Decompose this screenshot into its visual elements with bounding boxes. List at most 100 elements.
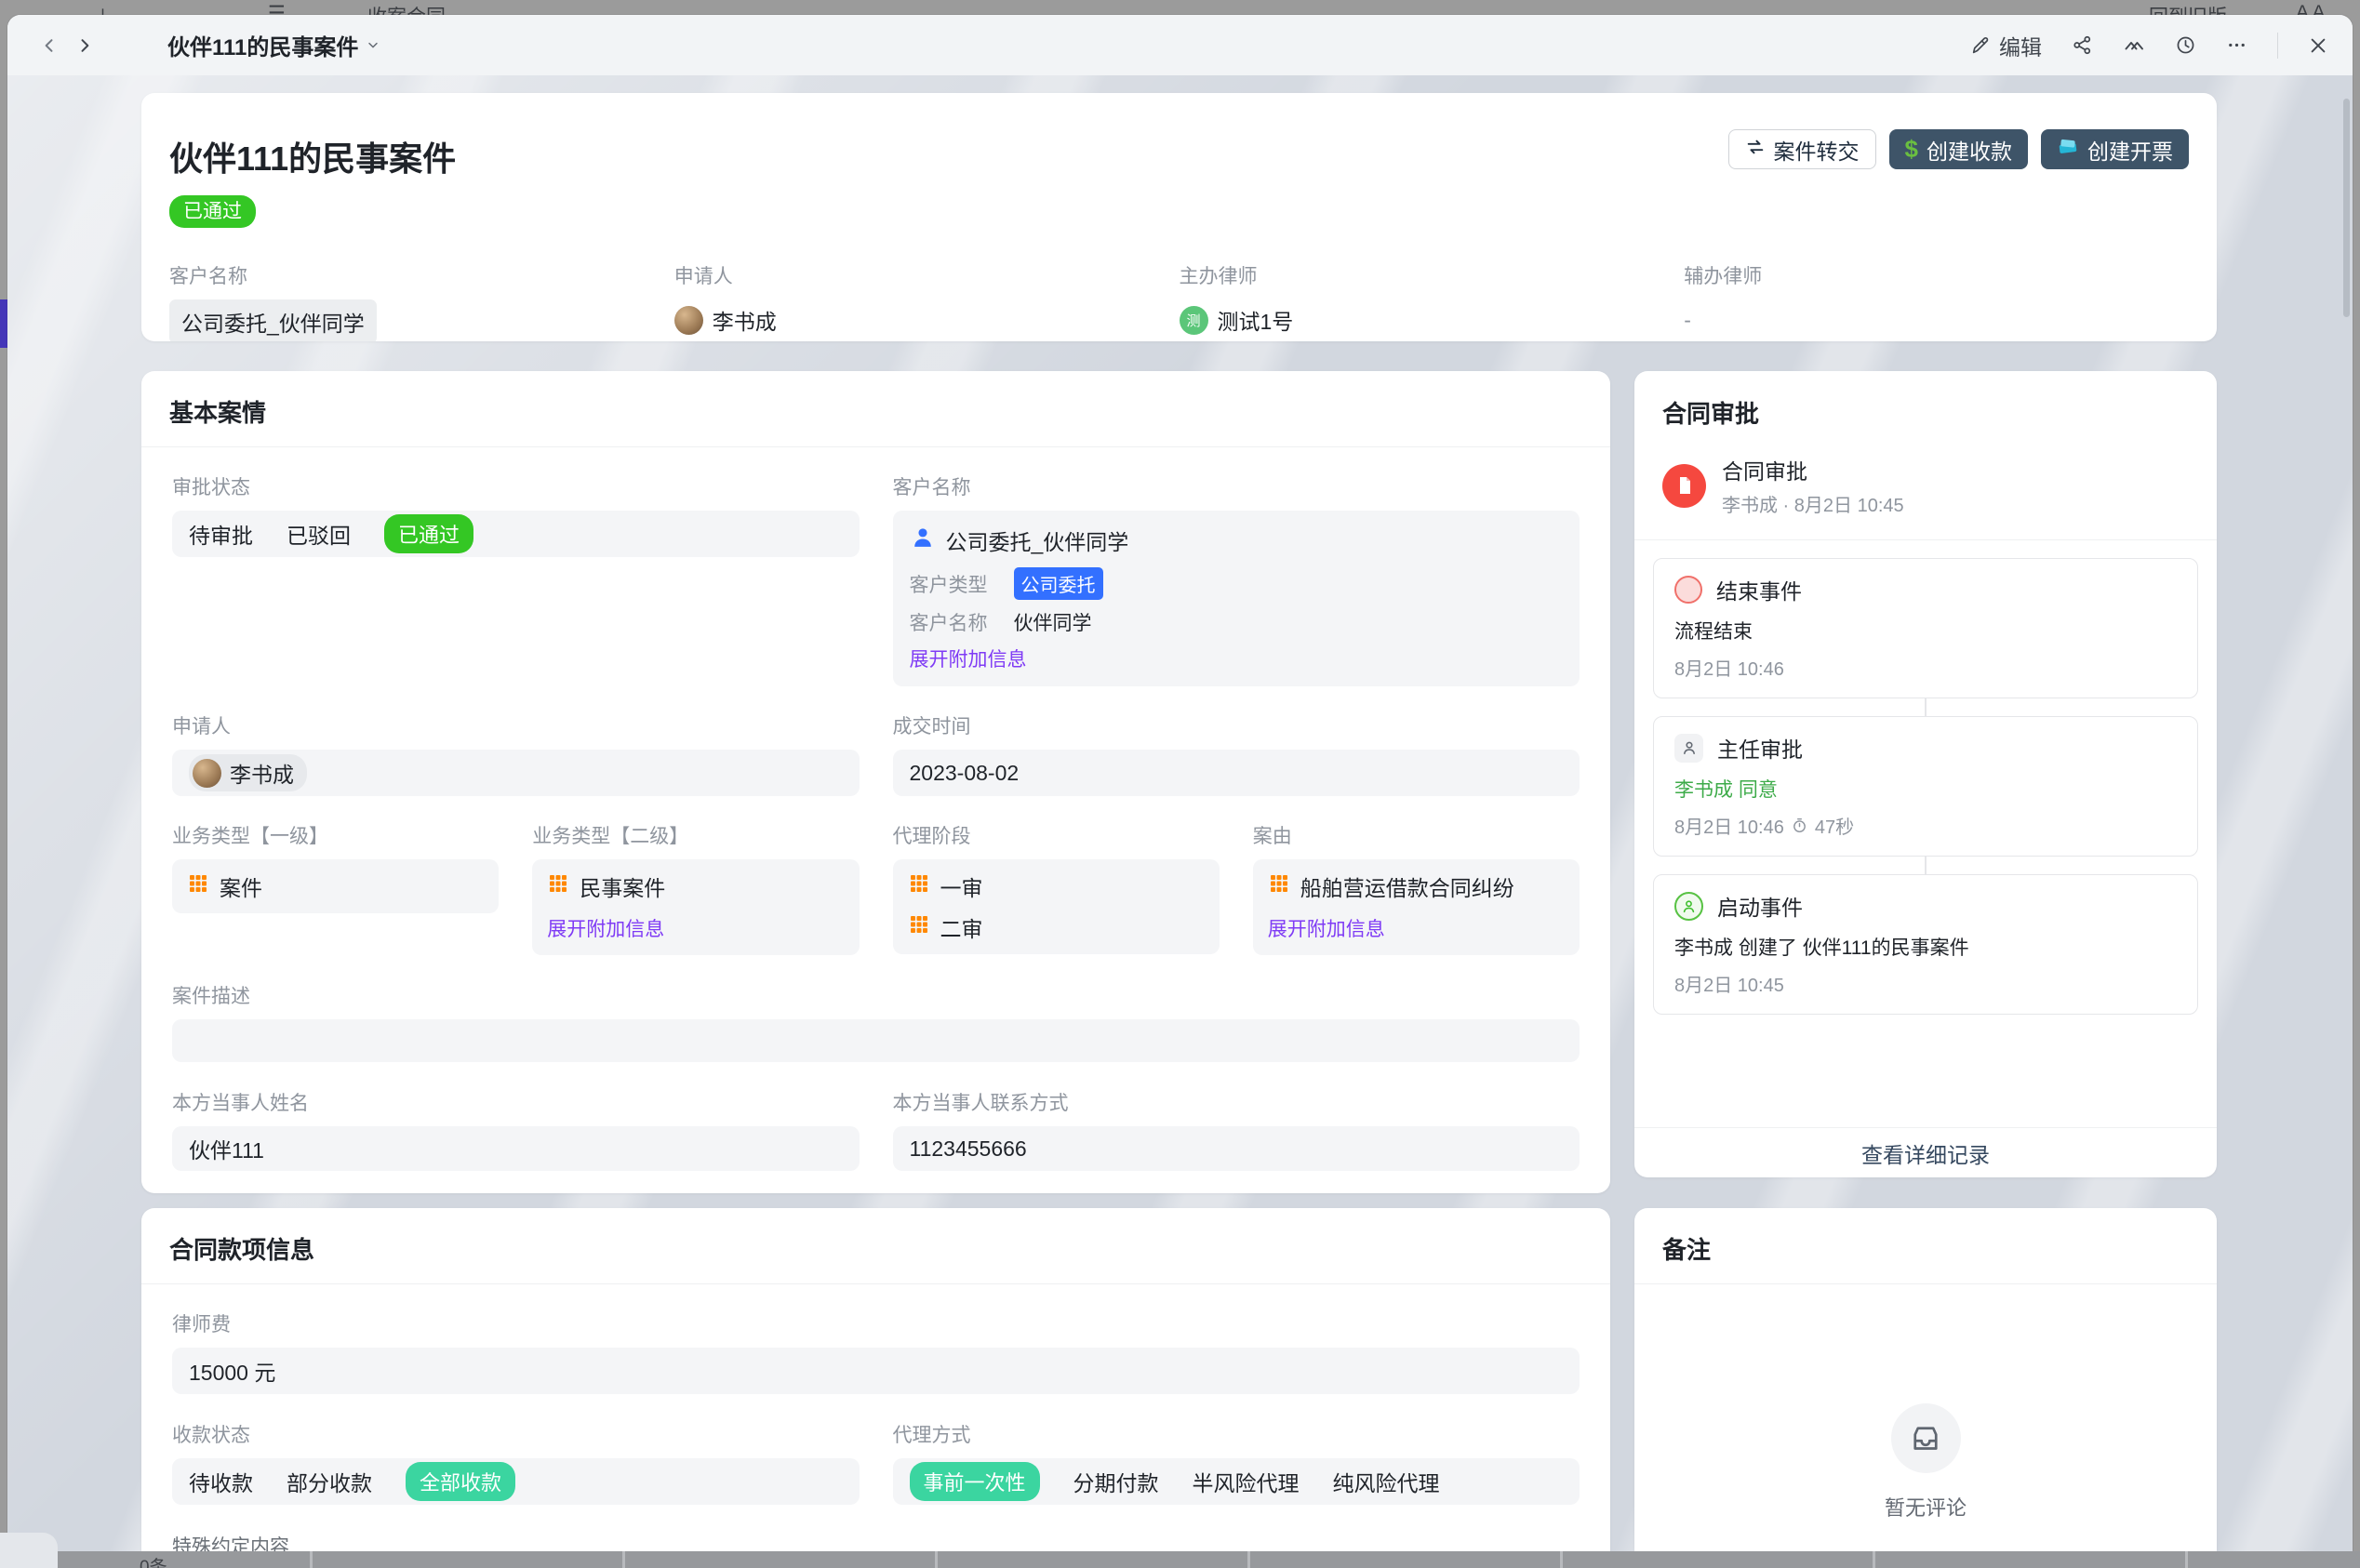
applicant-value: 李书成 — [713, 304, 777, 336]
option-awaiting-payment[interactable]: 待收款 — [189, 1466, 253, 1497]
inbox-icon — [1891, 1403, 1961, 1473]
customer-record-field[interactable]: 公司委托_伙伴同学 客户类型 公司委托 客户名称 伙伴同学 展开附加信息 — [893, 511, 1580, 686]
background-selection-indicator — [0, 299, 7, 348]
create-receipt-button[interactable]: $ 创建收款 — [1889, 129, 2028, 169]
applicant-person-chip[interactable]: 李书成 — [189, 754, 307, 791]
assist-lawyer-value: - — [1684, 299, 2189, 340]
biz-type-1-field[interactable]: 案件 — [172, 859, 499, 913]
option-semi-risk[interactable]: 半风险代理 — [1193, 1466, 1300, 1497]
biz-type-2-field[interactable]: 民事案件 展开附加信息 — [532, 859, 859, 955]
approval-status-field[interactable]: 待审批 已驳回 已通过 — [172, 511, 860, 557]
agency-mode-field[interactable]: 事前一次性 分期付款 半风险代理 纯风险代理 — [893, 1458, 1580, 1505]
no-comments-text: 暂无评论 — [1885, 1492, 1967, 1521]
option-grid-icon — [908, 872, 930, 900]
cause-label: 案由 — [1253, 821, 1580, 849]
expand-extra-info-link[interactable]: 展开附加信息 — [547, 914, 664, 942]
case-transfer-button[interactable]: 案件转交 — [1728, 129, 1876, 169]
chevron-left-icon — [40, 36, 59, 55]
customer-name-sub-value: 伙伴同学 — [1014, 608, 1092, 636]
approval-flow-meta: 李书成 · 8月2日 10:45 — [1722, 490, 1904, 517]
review-event-text: 李书成 同意 — [1674, 775, 2177, 803]
cause-field[interactable]: 船舶营运借款合同纠纷 展开附加信息 — [1253, 859, 1580, 955]
notes-card: 备注 暂无评论 — [1634, 1208, 2217, 1568]
more-icon[interactable] — [2226, 34, 2247, 56]
chevron-right-icon — [75, 36, 94, 55]
chevron-down-icon — [366, 33, 380, 59]
share-icon[interactable] — [2072, 34, 2093, 56]
approval-flow-item[interactable]: 合同审批 李书成 · 8月2日 10:45 — [1634, 433, 2217, 539]
avatar — [193, 759, 221, 788]
lead-lawyer-label: 主办律师 — [1180, 261, 1685, 289]
edit-label: 编辑 — [1999, 30, 2042, 61]
start-event-time: 8月2日 10:45 — [1674, 970, 1784, 997]
option-pending[interactable]: 待审批 — [189, 518, 253, 550]
quick-access-icon[interactable] — [2123, 34, 2145, 57]
start-event-person-icon — [1674, 892, 1703, 921]
biz-type-1-value: 案件 — [220, 870, 262, 902]
payment-status-label: 收款状态 — [172, 1420, 860, 1448]
avatar: 测 — [1180, 306, 1208, 335]
option-rejected[interactable]: 已驳回 — [287, 518, 351, 550]
expand-extra-info-link[interactable]: 展开附加信息 — [1268, 914, 1385, 942]
option-installment[interactable]: 分期付款 — [1073, 1466, 1159, 1497]
view-detail-records-link[interactable]: 查看详细记录 — [1634, 1127, 2217, 1177]
close-icon[interactable] — [2308, 35, 2328, 56]
end-event-time: 8月2日 10:46 — [1674, 654, 1784, 681]
notes-title: 备注 — [1634, 1208, 2217, 1284]
start-event-title: 启动事件 — [1717, 890, 1803, 922]
approval-timeline: 结束事件 流程结束 8月2日 10:46 主任审批 李书成 同意 8月2日 10… — [1634, 540, 2217, 1015]
review-event-time: 8月2日 10:46 — [1674, 812, 1784, 839]
end-event-title: 结束事件 — [1716, 574, 1802, 605]
deal-date-label: 成交时间 — [893, 711, 1580, 739]
payment-card-title: 合同款项信息 — [141, 1208, 1610, 1284]
applicant-field[interactable]: 李书成 — [172, 750, 860, 796]
status-badge: 已通过 — [169, 195, 256, 228]
assist-lawyer-label: 辅办律师 — [1684, 261, 2189, 289]
transfer-arrows-icon — [1745, 137, 1766, 163]
forward-button[interactable] — [67, 28, 102, 63]
contract-approval-card: 合同审批 合同审批 李书成 · 8月2日 10:45 结束事件 流程结束 8月2… — [1634, 371, 2217, 1177]
titlebar-divider — [2277, 33, 2278, 59]
scrollbar-thumb[interactable] — [2343, 99, 2350, 317]
background-table-band — [0, 1551, 2360, 1568]
party-contact-field[interactable]: 1123455666 — [893, 1126, 1580, 1171]
option-upfront-selected[interactable]: 事前一次性 — [910, 1462, 1040, 1501]
option-approved-selected[interactable]: 已通过 — [384, 514, 473, 553]
expand-extra-info-link[interactable]: 展开附加信息 — [910, 644, 1027, 672]
agency-stage-value-1: 一审 — [940, 870, 983, 902]
timeline-event-review: 主任审批 李书成 同意 8月2日 10:46 47秒 — [1653, 716, 2198, 857]
option-grid-icon — [908, 913, 930, 941]
customer-type-key: 客户类型 — [910, 570, 1014, 598]
biz-type-2-value: 民事案件 — [580, 870, 665, 902]
basic-case-title: 基本案情 — [141, 371, 1610, 447]
option-partial-payment[interactable]: 部分收款 — [287, 1466, 372, 1497]
history-clock-icon[interactable] — [2175, 34, 2196, 56]
option-full-payment-selected[interactable]: 全部收款 — [406, 1462, 515, 1501]
background-avatars: A A — [2296, 2, 2326, 15]
end-event-icon — [1674, 576, 1702, 604]
end-event-text: 流程结束 — [1674, 617, 2177, 644]
background-row-count: 0条 — [140, 1553, 167, 1568]
lawyer-fee-field[interactable]: 15000 元 — [172, 1348, 1580, 1394]
agency-stage-field[interactable]: 一审 二审 — [893, 859, 1220, 954]
customer-name-chip[interactable]: 公司委托_伙伴同学 — [169, 299, 377, 341]
approval-panel-title: 合同审批 — [1634, 371, 2217, 433]
case-description-field[interactable] — [172, 1019, 1580, 1062]
edit-button[interactable]: 编辑 — [1970, 30, 2042, 61]
deal-date-field[interactable]: 2023-08-02 — [893, 750, 1580, 796]
applicant-field-label: 申请人 — [172, 711, 860, 739]
person-icon — [910, 525, 936, 556]
party-name-label: 本方当事人姓名 — [172, 1088, 860, 1116]
party-name-field[interactable]: 伙伴111 — [172, 1126, 860, 1171]
create-invoice-button[interactable]: 创建开票 — [2041, 129, 2189, 169]
record-title-dropdown[interactable]: 伙伴111的民事案件 — [167, 29, 380, 61]
background-corner-shape — [0, 1533, 58, 1568]
back-button[interactable] — [32, 28, 67, 63]
lawyer-fee-label: 律师费 — [172, 1309, 1580, 1337]
lead-lawyer-value: 测试1号 — [1218, 304, 1294, 336]
payment-status-field[interactable]: 待收款 部分收款 全部收款 — [172, 1458, 860, 1505]
customer-type-tag: 公司委托 — [1014, 567, 1103, 600]
reviewer-person-icon — [1674, 734, 1703, 763]
option-pure-risk[interactable]: 纯风险代理 — [1333, 1466, 1440, 1497]
case-transfer-label: 案件转交 — [1774, 134, 1860, 166]
